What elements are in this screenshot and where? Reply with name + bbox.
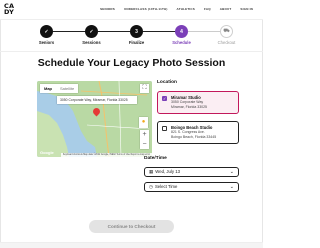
nav-underclass[interactable]: UNDERCLASS (10TH-11TH): [124, 7, 168, 11]
street-view-pegman-icon[interactable]: ●: [139, 117, 148, 128]
map-credits[interactable]: Keyboard shortcuts Map data ©2022 Google…: [60, 153, 152, 157]
zoom-out-button[interactable]: −: [140, 140, 149, 150]
checkbox-icon[interactable]: [162, 126, 167, 131]
step-2-check-icon[interactable]: ✓: [85, 25, 98, 38]
nav-seniors[interactable]: SENIORS: [100, 7, 115, 11]
brand-logo[interactable]: CA DY: [4, 3, 18, 16]
time-placeholder: Select Time: [154, 184, 178, 189]
calendar-icon: ▦: [149, 169, 154, 174]
step-4-dot[interactable]: 4: [175, 25, 188, 38]
location-map[interactable]: Map Satellite ⛶ 3050 Corporate Way, Mira…: [37, 81, 152, 157]
map-type-toggle: Map Satellite: [40, 84, 79, 93]
nav-faq[interactable]: FAQ: [204, 7, 211, 11]
location-option-boingo[interactable]: Boingo Beach Studio 821 S. Congress Ave.…: [157, 121, 239, 144]
zoom-in-button[interactable]: +: [140, 130, 149, 140]
page-frame: CA DY SENIORS UNDERCLASS (10TH-11TH) ATHL…: [0, 0, 263, 248]
datetime-label: Date/Time: [144, 156, 167, 161]
progress-stepper: ✓ Seniors ✓ Sessions 3 Finalize 4 Schedu…: [0, 21, 263, 51]
location-city: Boingo Beach, Florida 33445: [171, 135, 217, 139]
page-title: Schedule Your Legacy Photo Session: [37, 57, 226, 69]
chevron-down-icon: ⌄: [229, 169, 234, 175]
footer-strip: [0, 242, 263, 248]
date-value: Wed, July 13: [155, 169, 181, 174]
divider: [0, 51, 263, 52]
map-tab[interactable]: Map: [40, 84, 56, 93]
step-3-label: Finalize: [128, 40, 145, 45]
satellite-tab[interactable]: Satellite: [56, 84, 78, 93]
location-city: Miramar, Florida 33025: [171, 105, 207, 109]
time-select[interactable]: ◷ Select Time ⌄: [144, 182, 239, 192]
step-1-check-icon[interactable]: ✓: [40, 25, 53, 38]
checkbox-checked-icon[interactable]: ✓: [162, 96, 167, 101]
chevron-down-icon: ⌄: [229, 184, 234, 190]
step-4-label: Schedule: [172, 40, 191, 45]
step-5-cart-icon: ⛟: [220, 25, 233, 38]
location-label: Location: [157, 80, 177, 85]
clock-icon: ◷: [149, 184, 153, 189]
step-3-dot[interactable]: 3: [130, 25, 143, 38]
fullscreen-icon[interactable]: ⛶: [140, 84, 149, 93]
location-option-miramar[interactable]: ✓ Miramar Studio 3050 Corporate Way Mira…: [157, 91, 239, 114]
google-logo: Google: [40, 150, 54, 155]
zoom-controls: + −: [140, 130, 149, 149]
date-select[interactable]: ▦ Wed, July 13 ⌄: [144, 167, 239, 177]
map-info-popup: 3050 Corporate Way, Miramar, Florida 330…: [57, 96, 137, 104]
step-2-label: Sessions: [82, 40, 101, 45]
step-1-label: Seniors: [38, 40, 55, 45]
nav-about[interactable]: ABOUT: [220, 7, 232, 11]
site-header: CA DY SENIORS UNDERCLASS (10TH-11TH) ATHL…: [0, 0, 263, 20]
step-5-label: Checkout: [217, 40, 236, 45]
nav-sign-in[interactable]: SIGN IN: [240, 7, 253, 11]
nav-athletics[interactable]: ATHLETICS: [177, 7, 195, 11]
main-nav: SENIORS UNDERCLASS (10TH-11TH) ATHLETICS…: [100, 7, 253, 11]
continue-to-checkout-button[interactable]: Continue to Checkout: [89, 220, 174, 233]
